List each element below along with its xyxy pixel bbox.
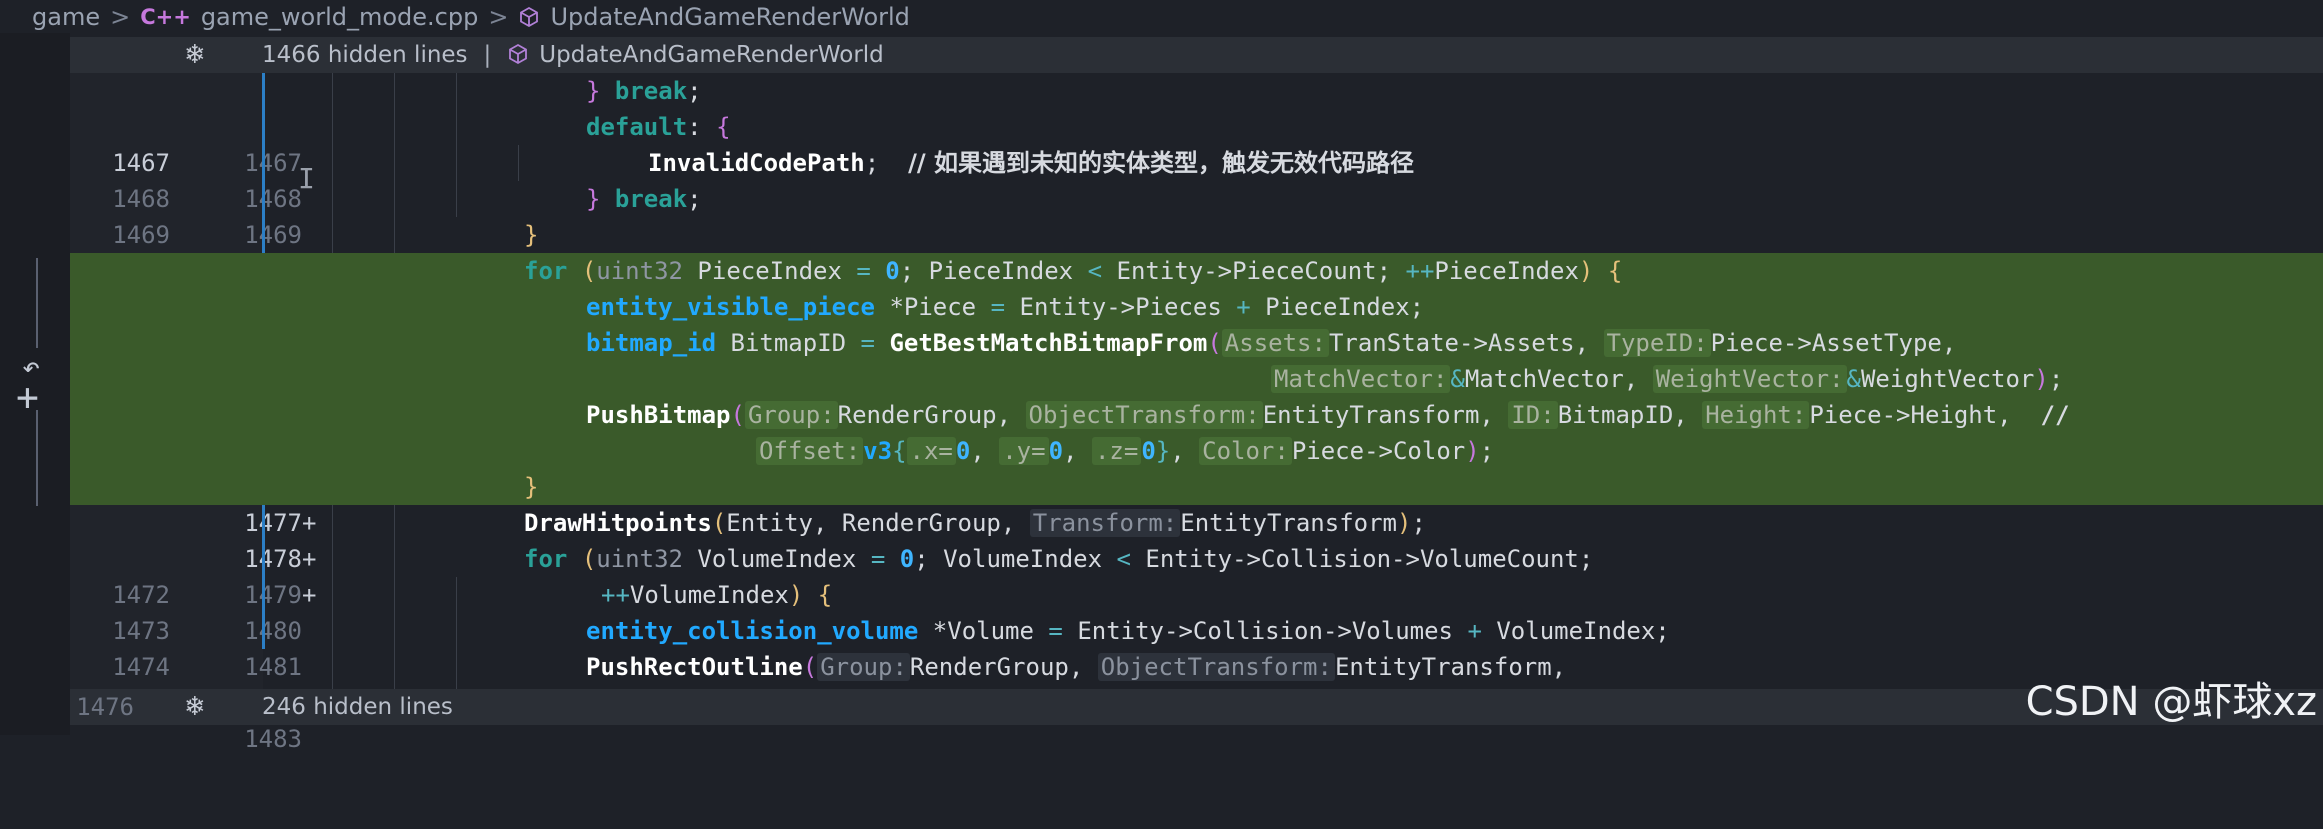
inlay-hint: Group: — [817, 653, 910, 681]
inlay-hint: ID: — [1508, 401, 1558, 429]
inlay-hint: Offset: — [756, 437, 864, 465]
watermark: CSDN @虾球xz — [2025, 679, 2317, 725]
modified-gutter-bar — [262, 505, 265, 541]
inlay-hint: ObjectTransform: — [1025, 401, 1263, 429]
code-line[interactable]: 1475 1483 PushRectOutline(Group:RenderGr… — [70, 649, 2323, 753]
indent-guide — [394, 505, 395, 689]
indent-guide — [332, 73, 333, 253]
fold-bar-top[interactable]: ❄ 1466 hidden lines | UpdateAndGameRenderW… — [70, 37, 2323, 73]
code-text: for (uint32 PieceIndex = 0; PieceIndex <… — [524, 257, 1623, 285]
indent-guide — [456, 73, 457, 217]
inlay-hint: TypeID: — [1603, 329, 1711, 357]
code-line[interactable]: 1479 DrawHitpoints(Entity, RenderGroup, … — [70, 505, 2323, 609]
cube-icon — [520, 6, 539, 27]
modified-gutter-bar — [262, 73, 265, 109]
indent-guide — [456, 577, 457, 689]
diff-connector — [36, 258, 38, 348]
code-line-added[interactable]: 1477 + Offset: v3{.x= 0, .y= 0, .z= 0}, Colo… — [70, 433, 2323, 573]
code-text: default: { — [586, 113, 731, 141]
modified-gutter-bar — [262, 577, 265, 613]
inlay-hint: ObjectTransform: — [1097, 653, 1335, 681]
snowflake-icon[interactable]: ❄ — [184, 692, 206, 722]
code-line[interactable]: 1468 1469 InvalidCodePath; // 如果遇到未知的实体类… — [70, 145, 2323, 249]
text-cursor-icon: I — [298, 162, 315, 195]
indent-guide — [518, 145, 519, 181]
code-text: PushRectOutline(Group: RenderGroup, Objec… — [586, 653, 1567, 681]
code-line[interactable]: 1473 1481 ++VolumeIndex) { — [70, 577, 2323, 681]
hidden-lines-label: 1466 hidden lines — [262, 42, 468, 68]
breadcrumb-item-file[interactable]: game_world_mode.cpp — [201, 3, 479, 31]
fold-bar-bottom[interactable]: 1476 ❄ 246 hidden lines — [70, 689, 2323, 725]
breadcrumb-item-symbol[interactable]: UpdateAndGameRenderWorld — [550, 3, 909, 31]
code-text: ++VolumeIndex) { — [601, 581, 833, 609]
chevron-right-icon: > — [110, 2, 131, 31]
hidden-lines-label: 246 hidden lines — [262, 694, 453, 720]
inlay-hint: WeightVector: — [1652, 365, 1847, 393]
inlay-hint: Transform: — [1029, 509, 1181, 537]
inlay-hint: .y= — [999, 437, 1049, 465]
fold-symbol-label: UpdateAndGameRenderWorld — [539, 42, 884, 68]
code-line-added[interactable]: 1474 + bitmap_id BitmapID = GetBestMatch… — [70, 325, 2323, 465]
inlay-hint: Assets: — [1221, 329, 1329, 357]
breadcrumb-item-game[interactable]: game — [32, 3, 100, 31]
code-line-added[interactable]: 1475 + MatchVector:&MatchVector, WeightV… — [70, 361, 2323, 501]
indent-guide — [394, 73, 395, 253]
code-text: PushBitmap(Group: RenderGroup, ObjectTran… — [586, 401, 2070, 429]
code-line[interactable]: 1470 1471 } — [70, 217, 2323, 321]
modified-gutter-bar — [262, 145, 265, 181]
modified-gutter-bar — [262, 181, 265, 217]
cube-icon — [509, 43, 528, 65]
snowflake-icon[interactable]: ❄ — [184, 40, 206, 70]
code-text: MatchVector: &MatchVector, WeightVector: &… — [1271, 361, 2063, 397]
code-line[interactable]: 1467 1468 default: { — [70, 109, 2323, 213]
code-text: InvalidCodePath; // 如果遇到未知的实体类型，触发无效代码路径 — [648, 149, 1414, 177]
inlay-hint: .z= — [1091, 437, 1142, 465]
inlay-hint: Height: — [1702, 401, 1810, 429]
diff-connector — [36, 410, 38, 506]
code-line-added[interactable]: 1476 + PushBitmap(Group:RenderGroup, Obj… — [70, 397, 2323, 537]
breadcrumb: game > C++ game_world_mode.cpp > UpdateA… — [0, 0, 2323, 33]
code-text: } — [524, 473, 539, 501]
code-line-added[interactable]: 1471 1472 + for (uint32 PieceIndex = 0; … — [70, 253, 2323, 393]
indent-guide — [332, 505, 333, 689]
code-line[interactable]: 1474 1482 entity_collision_volume *Volum… — [70, 613, 2323, 717]
fold-separator: | — [483, 42, 492, 68]
code-text: entity_collision_volume *Volume = Entity… — [586, 617, 1670, 645]
code-line-added[interactable]: 1473 + entity_visible_piece *Piece = Ent… — [70, 289, 2323, 429]
modified-gutter-bar — [262, 541, 265, 577]
code-text: for (uint32 VolumeIndex = 0; VolumeIndex… — [524, 545, 1594, 573]
modified-gutter-bar — [262, 109, 265, 145]
code-line[interactable]: 1469 1470 } break; — [70, 181, 2323, 285]
plus-icon[interactable]: + — [16, 375, 39, 419]
cpp-file-icon: C++ — [140, 4, 191, 29]
code-text: entity_visible_piece *Piece = Entity->Pi… — [586, 293, 1425, 321]
old-line-number: 1476 — [76, 693, 134, 721]
code-line[interactable]: 1472 1480 for (uint32 VolumeIndex = 0; V… — [70, 541, 2323, 645]
inlay-hint: .x= — [906, 437, 956, 465]
modified-gutter-bar — [262, 217, 265, 253]
code-text: } break; — [586, 185, 702, 213]
code-text: bitmap_id BitmapID = GetBestMatchBitmapF… — [586, 329, 1957, 357]
chevron-right-icon: > — [488, 2, 509, 31]
code-line[interactable]: 1467 } break; — [70, 73, 2323, 177]
code-line-added[interactable]: 1478 + } — [70, 469, 2323, 609]
code-text: } — [524, 221, 539, 249]
new-line-number: 1483 — [244, 725, 302, 753]
code-text: DrawHitpoints(Entity, RenderGroup, Trans… — [524, 509, 1426, 537]
modified-gutter-bar — [262, 613, 265, 649]
inlay-hint: Color: — [1199, 437, 1292, 465]
code-text: Offset: v3{.x= 0, .y= 0, .z= 0}, Color: Piece… — [756, 433, 1494, 469]
code-text: } break; — [586, 77, 702, 105]
inlay-hint: MatchVector: — [1271, 365, 1451, 393]
inlay-hint: Group: — [744, 401, 838, 429]
